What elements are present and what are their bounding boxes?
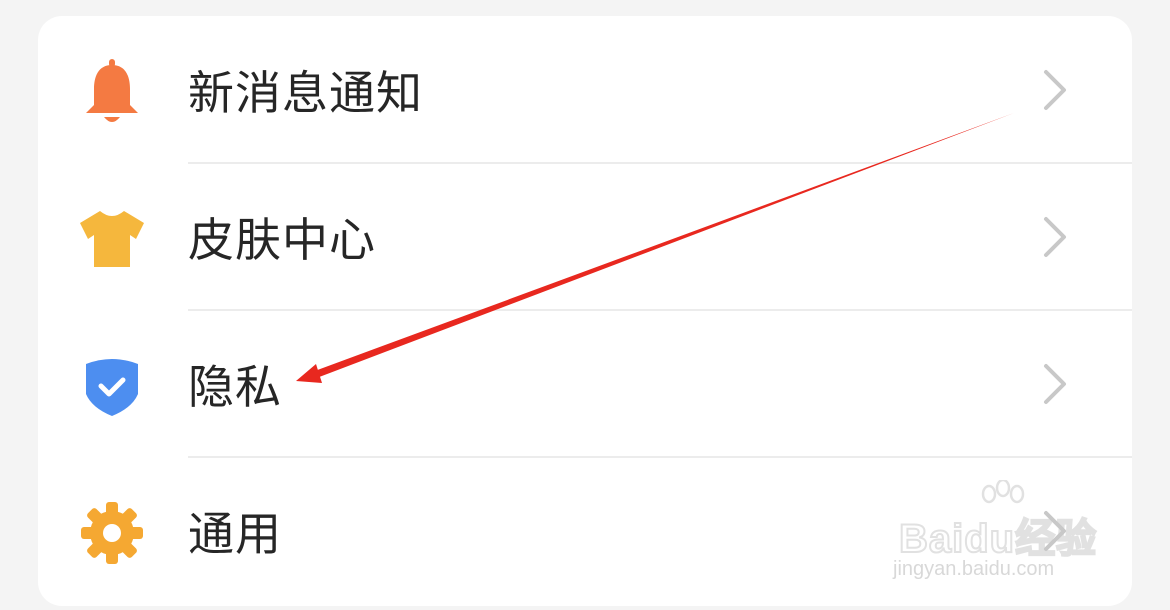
settings-item-label: 皮肤中心 bbox=[188, 212, 376, 267]
chevron-right-icon bbox=[1044, 511, 1066, 551]
bell-icon bbox=[76, 56, 148, 128]
settings-item-label: 新消息通知 bbox=[188, 65, 423, 120]
settings-item-label: 通用 bbox=[188, 506, 282, 561]
settings-list: 新消息通知 皮肤中心 隐私 通用 bbox=[38, 16, 1132, 606]
settings-item-privacy[interactable]: 隐私 bbox=[38, 310, 1132, 457]
settings-item-new-message-notification[interactable]: 新消息通知 bbox=[38, 16, 1132, 163]
settings-item-label: 隐私 bbox=[188, 359, 282, 414]
shield-check-icon bbox=[76, 350, 148, 422]
chevron-right-icon bbox=[1044, 217, 1066, 257]
tshirt-icon bbox=[76, 203, 148, 275]
settings-item-skin-center[interactable]: 皮肤中心 bbox=[38, 163, 1132, 310]
settings-item-general[interactable]: 通用 bbox=[38, 457, 1132, 604]
chevron-right-icon bbox=[1044, 70, 1066, 110]
gear-icon bbox=[76, 497, 148, 569]
chevron-right-icon bbox=[1044, 364, 1066, 404]
